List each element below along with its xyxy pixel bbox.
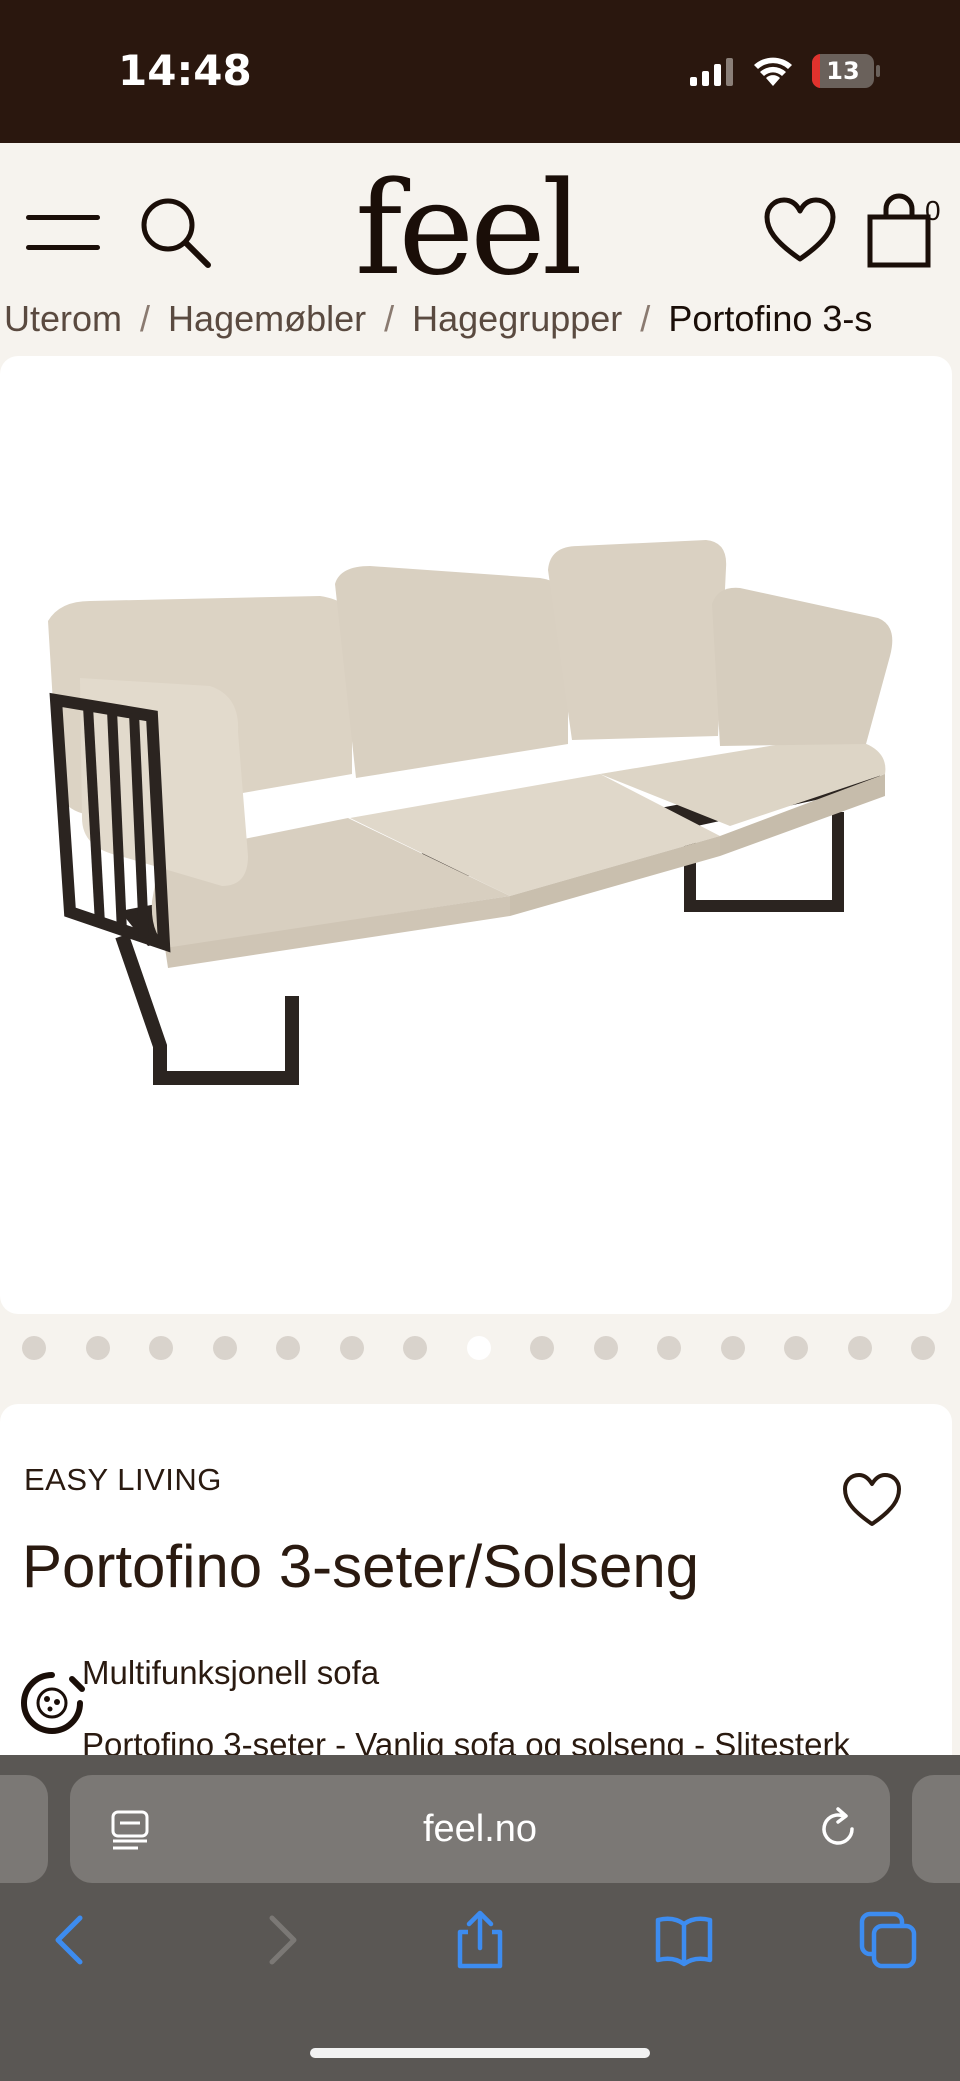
reload-icon[interactable] [816,1807,860,1851]
search-icon[interactable] [138,195,212,269]
carousel-dot[interactable] [593,1336,618,1360]
status-bar: 14:48 13 [0,0,960,143]
cart-bag-icon[interactable] [866,193,932,269]
carousel-dot[interactable] [720,1336,745,1360]
carousel-dot[interactable] [149,1336,173,1360]
carousel-dot[interactable] [784,1336,808,1360]
carousel-dot[interactable] [403,1336,427,1360]
product-subtitle: Multifunksjonell sofa [82,1654,380,1691]
tabs-icon[interactable] [858,1910,918,1970]
wifi-icon [754,57,792,86]
url-text: feel.no [422,1808,538,1850]
breadcrumb-item[interactable]: Uterom [4,298,122,339]
site-logo[interactable]: feel [355,165,583,295]
battery-icon: 13 [812,54,880,88]
carousel-dot[interactable] [466,1336,491,1360]
carousel-dot[interactable] [212,1336,237,1360]
forward-icon[interactable] [250,1910,310,1970]
carousel-dot[interactable] [657,1336,681,1360]
product-title: Portofino 3-seter/Solseng [22,1533,700,1600]
home-indicator [310,2048,650,2058]
add-to-wishlist-heart-icon[interactable] [842,1472,902,1528]
share-icon[interactable] [450,1910,510,1970]
next-tab-preview[interactable] [912,1775,960,1883]
cart-count: 0 [925,195,941,226]
carousel-dot[interactable] [911,1336,935,1360]
carousel-dot[interactable] [339,1336,364,1360]
previous-tab-preview[interactable] [0,1775,48,1883]
address-bar[interactable]: feel.no [70,1775,890,1883]
product-brand[interactable]: EASY LIVING [24,1462,222,1498]
bookmarks-icon[interactable] [654,1910,714,1970]
cellular-signal-icon [690,58,733,86]
battery-level: 13 [826,57,860,85]
site-header: feel 0 [0,143,960,315]
carousel-dot[interactable] [530,1336,554,1360]
carousel-dot[interactable] [276,1336,300,1360]
browser-bottom-bar: feel.no [0,1755,960,2081]
carousel-dot[interactable] [22,1336,46,1360]
image-carousel-dots [0,1316,960,1376]
back-icon[interactable] [42,1910,102,1970]
menu-icon[interactable] [26,215,102,251]
breadcrumb-current: Portofino 3-s [668,298,873,339]
breadcrumb: Uterom / Hagemøbler / Hagegrupper / Portofino … [0,296,960,356]
product-info-card: EASY LIVING Portofino 3-seter/Solseng Mu… [0,1404,952,1764]
carousel-dot[interactable] [85,1336,110,1360]
sofa-illustration [48,540,893,1085]
status-time: 14:48 [118,46,252,95]
carousel-dot[interactable] [847,1336,872,1360]
breadcrumb-item[interactable]: Hagegrupper [412,298,622,339]
cookie-settings-icon[interactable] [16,1667,88,1739]
wishlist-heart-icon[interactable] [764,197,836,263]
breadcrumb-item[interactable]: Hagemøbler [168,298,366,339]
product-image[interactable] [0,356,952,1314]
